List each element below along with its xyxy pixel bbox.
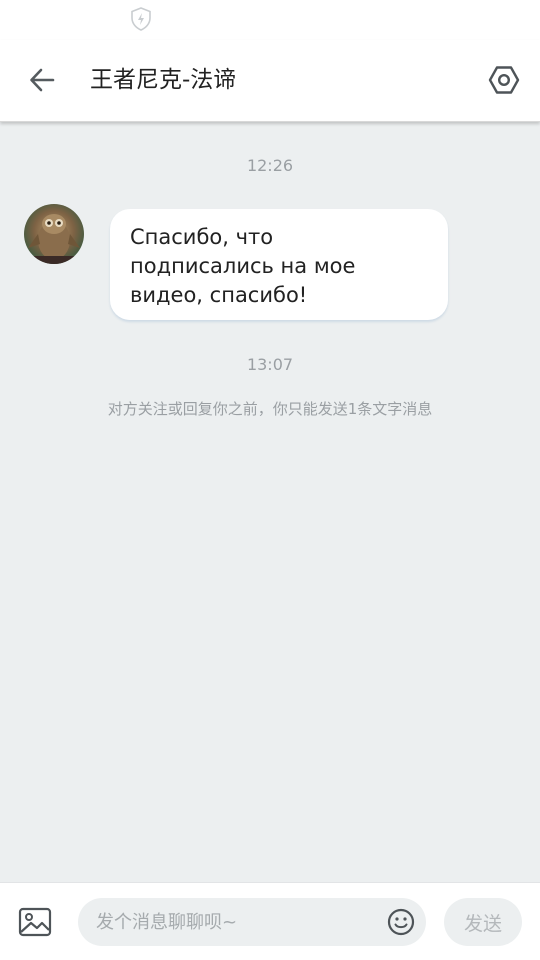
system-notice: 对方关注或回复你之前，你只能发送1条文字消息 [107,400,433,418]
status-bar [0,0,540,40]
message-line: видео, спасибо! [130,283,308,307]
shield-bolt-icon [131,7,151,31]
message-input-bar: 发送 [0,882,540,960]
message-line: подписались на мое [130,254,356,278]
sender-avatar[interactable] [24,204,84,264]
chat-title: 王者尼克-法谛 [90,67,237,93]
message-bubble[interactable]: Спасибо, что подписались на мое видео, с… [110,209,448,320]
arrow-left-icon [30,68,55,92]
hexagon-settings-icon [488,66,520,94]
chat-header: 王者尼克-法谛 [0,40,540,122]
back-button[interactable] [22,60,62,100]
settings-button[interactable] [484,60,524,100]
smiley-icon [387,908,415,936]
message-line: Спасибо, что [130,225,274,249]
emoji-button[interactable] [386,907,416,937]
owl-avatar-image [24,214,84,264]
message-timestamp: 12:26 [246,156,294,175]
image-icon [18,907,52,937]
image-button[interactable] [16,903,54,941]
message-timestamp: 13:07 [246,355,294,374]
send-button[interactable]: 发送 [444,898,522,946]
message-input[interactable] [78,898,426,946]
